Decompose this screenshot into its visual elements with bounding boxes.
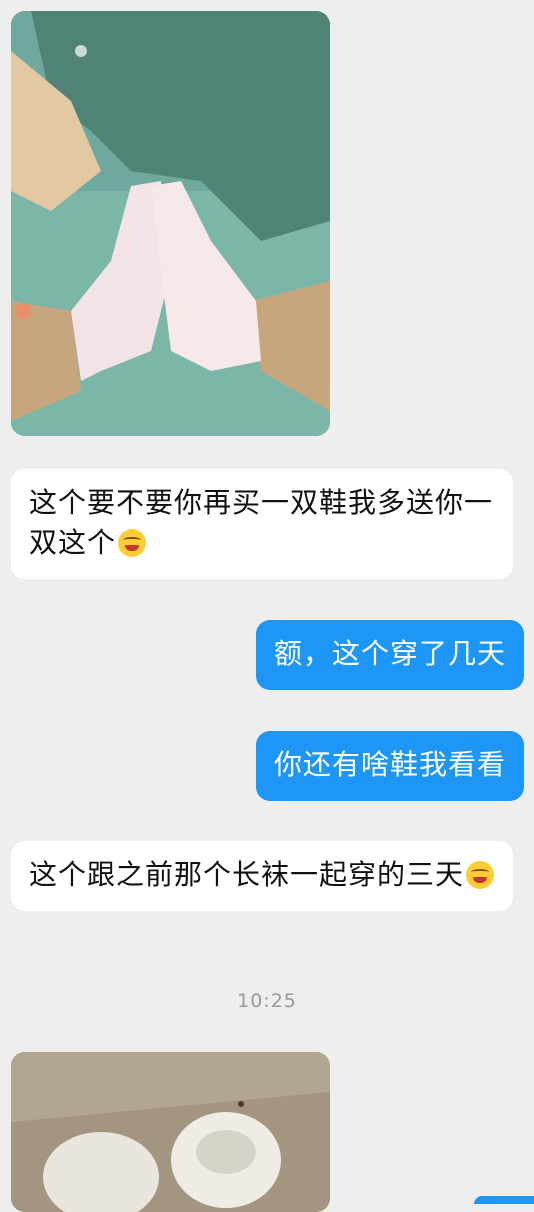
incoming-message-bubble[interactable]: 这个跟之前那个长袜一起穿的三天 [11,841,513,911]
laughing-crying-emoji-icon [118,529,147,557]
message-image[interactable] [11,11,330,436]
photo-content [11,11,330,436]
photo-content [11,1052,330,1212]
message-text: 这个要不要你再买一双鞋我多送你一双这个 [29,486,494,559]
laughing-crying-emoji-icon [466,861,495,889]
outgoing-message-bubble-edge [474,1196,534,1204]
message-timestamp: 10:25 [237,990,297,1012]
message-image[interactable] [11,1052,330,1212]
message-text: 额，这个穿了几天 [273,637,506,670]
outgoing-message-bubble[interactable]: 你还有啥鞋我看看 [255,731,524,801]
message-text: 你还有啥鞋我看看 [273,748,506,781]
incoming-message-bubble[interactable]: 这个要不要你再买一双鞋我多送你一双这个 [11,469,513,579]
message-text: 这个跟之前那个长袜一起穿的三天 [29,858,465,891]
outgoing-message-bubble[interactable]: 额，这个穿了几天 [255,620,524,690]
